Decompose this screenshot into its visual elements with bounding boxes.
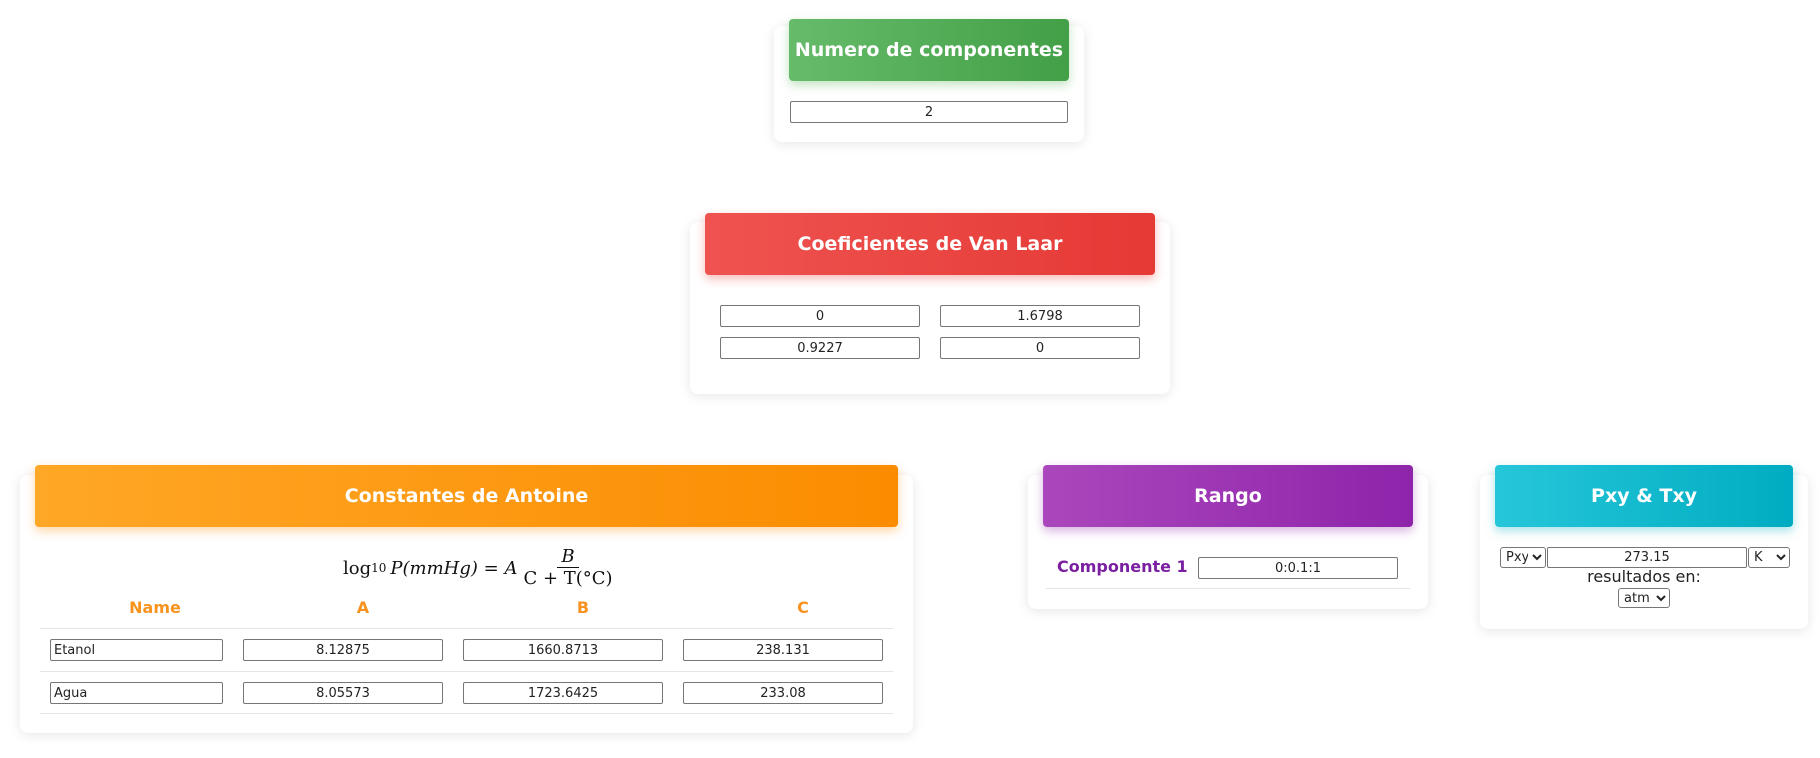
pxy-card: Pxy & Txy Pxy K resultados en: atm	[1480, 465, 1808, 629]
antoine-card-title: Constantes de Antoine	[35, 465, 898, 527]
pxy-mode-select[interactable]: Pxy	[1500, 547, 1546, 568]
antoine-row-2-name[interactable]	[50, 682, 223, 704]
components-count-input[interactable]	[790, 101, 1068, 123]
column-header-name: Name	[129, 598, 181, 617]
column-header-b: B	[576, 598, 590, 617]
rango-card: Rango Componente 1	[1028, 465, 1428, 609]
antoine-formula: log 10 P(mmHg) = A B C + T(°C)	[343, 543, 617, 593]
formula-denominator: C + T(°C)	[523, 567, 613, 589]
results-label: resultados en:	[1587, 567, 1701, 586]
result-unit-select[interactable]: atm	[1618, 588, 1670, 608]
rango-component-label: Componente 1	[1057, 557, 1188, 576]
rango-divider	[1046, 588, 1410, 589]
antoine-row-2-b[interactable]	[463, 682, 663, 704]
components-card-title: Numero de componentes	[789, 19, 1069, 81]
antoine-card: Constantes de Antoine log 10 P(mmHg) = A B…	[20, 465, 913, 733]
pxy-value-input[interactable]	[1547, 547, 1747, 568]
table-divider	[40, 713, 893, 714]
formula-fraction: B C + T(°C)	[519, 546, 616, 590]
rango-input[interactable]	[1198, 557, 1398, 579]
vanlaar-coef-2-2[interactable]	[940, 337, 1140, 359]
antoine-row-2-a[interactable]	[243, 682, 443, 704]
pxy-unit-select[interactable]: K	[1748, 547, 1790, 568]
pxy-card-title: Pxy & Txy	[1495, 465, 1793, 527]
vanlaar-card-title: Coeficientes de Van Laar	[705, 213, 1155, 275]
antoine-row-2-c[interactable]	[683, 682, 883, 704]
vanlaar-coef-1-2[interactable]	[940, 305, 1140, 327]
formula-log-base: 10	[371, 561, 387, 575]
components-card: Numero de componentes	[774, 19, 1084, 142]
vanlaar-card: Coeficientes de Van Laar	[690, 213, 1170, 394]
rango-card-title: Rango	[1043, 465, 1413, 527]
formula-numerator: B	[557, 546, 579, 568]
column-header-c: C	[797, 598, 809, 617]
antoine-row-1-a[interactable]	[243, 639, 443, 661]
formula-log: log	[343, 557, 372, 579]
column-header-a: A	[356, 598, 370, 617]
table-divider	[40, 671, 893, 672]
formula-lhs: P(mmHg) = A	[390, 557, 518, 579]
antoine-row-1-name[interactable]	[50, 639, 223, 661]
antoine-row-1-c[interactable]	[683, 639, 883, 661]
vanlaar-coef-2-1[interactable]	[720, 337, 920, 359]
antoine-row-1-b[interactable]	[463, 639, 663, 661]
table-divider	[40, 628, 893, 629]
vanlaar-coef-1-1[interactable]	[720, 305, 920, 327]
